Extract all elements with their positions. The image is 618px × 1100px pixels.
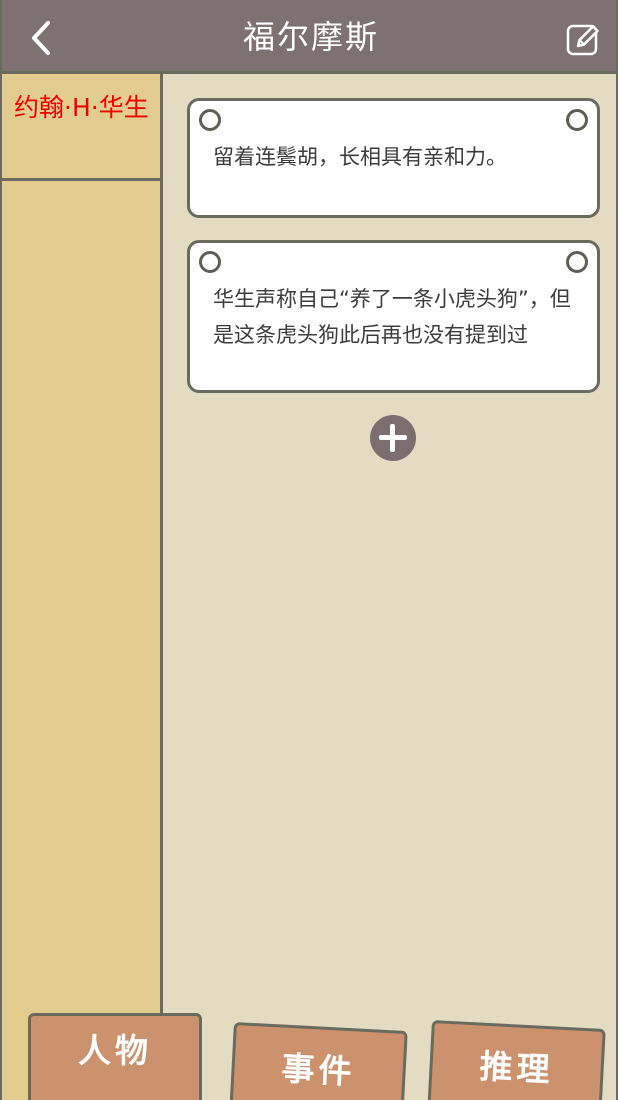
app-frame: 福尔摩斯 约翰·H·华生 留着连鬓胡，长相具有亲和力。 华生声称自己“养了一条小… [0,0,618,1100]
header-bar: 福尔摩斯 [2,0,616,74]
note-text: 留着连鬓胡，长相具有亲和力。 [213,145,507,169]
tab-label: 人物 [78,1031,152,1070]
tab-people[interactable]: 人物 [28,1013,202,1100]
pin-hole-icon [566,109,588,131]
tab-reasoning[interactable]: 推理 [426,1020,606,1100]
edit-button[interactable] [566,22,602,58]
note-card[interactable]: 华生声称自己“养了一条小虎头狗”，但是这条虎头狗此后再也没有提到过 [187,240,600,393]
back-button[interactable] [22,17,62,57]
tab-label: 推理 [478,1046,555,1090]
character-sidebar: 约翰·H·华生 [2,74,163,1100]
add-note-button[interactable] [370,415,416,461]
pin-hole-icon [566,251,588,273]
tab-label: 事件 [280,1048,357,1092]
pin-hole-icon [199,109,221,131]
tab-events[interactable]: 事件 [228,1022,408,1100]
sidebar-item-watson[interactable]: 约翰·H·华生 [2,74,160,181]
edit-icon [566,24,599,56]
note-text: 华生声称自己“养了一条小虎头狗”，但是这条虎头狗此后再也没有提到过 [213,287,571,347]
pin-hole-icon [199,251,221,273]
note-card[interactable]: 留着连鬓胡，长相具有亲和力。 [187,98,600,218]
chevron-left-icon [32,21,50,55]
page-title: 福尔摩斯 [242,18,379,56]
